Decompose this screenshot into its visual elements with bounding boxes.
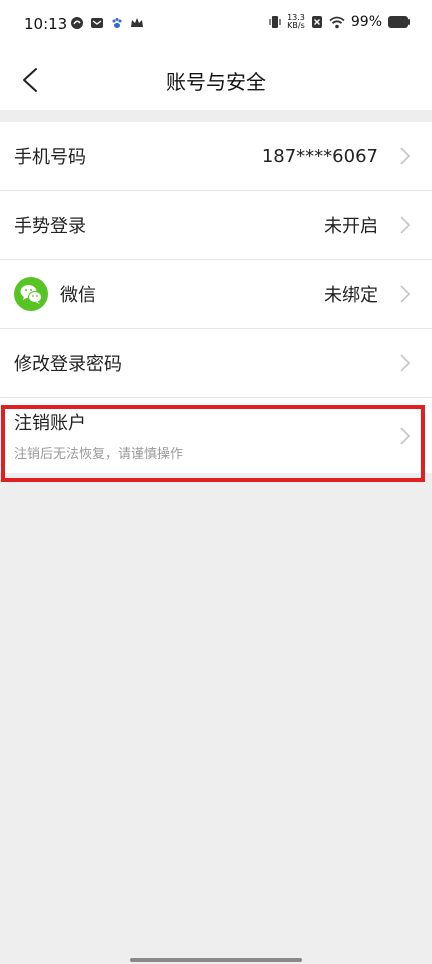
row-value: 未开启 xyxy=(324,216,378,237)
vibrate-icon xyxy=(269,16,281,28)
net-speed-unit: KB/s xyxy=(287,21,305,30)
row-label: 手势登录 xyxy=(14,216,86,237)
chevron-right-icon xyxy=(400,285,411,303)
wechat-icon xyxy=(14,277,48,311)
battery-percent: 99% xyxy=(350,14,382,30)
header: 账号与安全 xyxy=(0,50,432,110)
row-wechat[interactable]: 微信 未绑定 xyxy=(0,260,432,329)
chevron-right-icon xyxy=(400,216,411,234)
crown-icon xyxy=(131,18,143,27)
row-change-password[interactable]: 修改登录密码 xyxy=(0,329,432,398)
row-label: 注销账户 xyxy=(14,413,86,434)
status-time: 10:13 xyxy=(24,15,68,33)
row-value: 未绑定 xyxy=(324,285,378,306)
row-label: 微信 xyxy=(60,285,96,306)
net-speed: 13.3 KB/s xyxy=(287,14,305,30)
chevron-right-icon xyxy=(400,426,411,445)
chevron-right-icon xyxy=(400,354,411,372)
sim-off-icon xyxy=(311,16,322,28)
row-gesture-login[interactable]: 手势登录 未开启 xyxy=(0,191,432,260)
row-delete-account[interactable]: 注销账户 注销后无法恢复，请谨慎操作 xyxy=(0,398,432,473)
chevron-right-icon xyxy=(400,147,411,165)
row-value: 187****6067 xyxy=(261,145,378,167)
battery-icon xyxy=(388,16,410,28)
row-phone-number[interactable]: 手机号码 187****6067 xyxy=(0,122,432,191)
settings-list: 手机号码 187****6067 手势登录 未开启 微信 未绑定 修改登录密码 … xyxy=(0,122,432,473)
row-label: 手机号码 xyxy=(14,147,86,168)
status-right: 13.3 KB/s 99% xyxy=(269,14,410,30)
page-title: 账号与安全 xyxy=(166,70,266,94)
wifi-icon xyxy=(329,16,345,28)
app-notification-icon xyxy=(71,17,83,29)
row-sublabel: 注销后无法恢复，请谨慎操作 xyxy=(14,447,184,462)
message-icon xyxy=(91,18,103,28)
status-bar: 10:13 13.3 KB/s 99% xyxy=(0,0,432,50)
home-indicator[interactable] xyxy=(130,958,302,962)
row-label: 修改登录密码 xyxy=(14,354,122,375)
paw-icon xyxy=(112,18,122,28)
status-left-icons xyxy=(70,16,144,30)
